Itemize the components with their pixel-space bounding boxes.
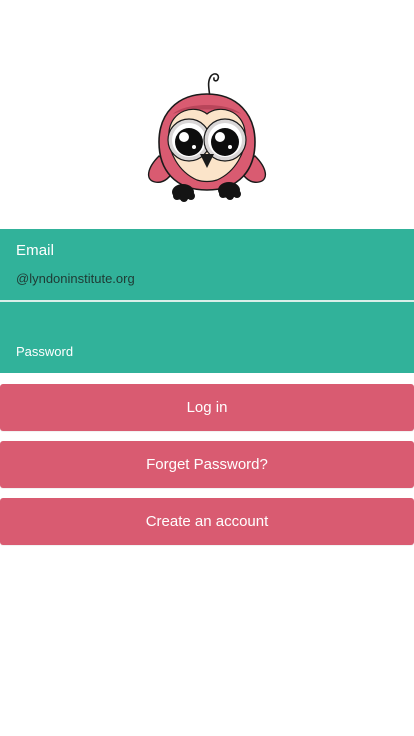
email-label: Email	[16, 242, 55, 259]
logo-container	[0, 68, 414, 208]
password-input[interactable]	[16, 344, 396, 359]
email-input[interactable]	[16, 271, 396, 286]
owl-mascot-icon	[148, 73, 266, 202]
password-field-container	[0, 302, 414, 373]
email-field-container: Email	[0, 229, 414, 300]
forgot-password-button[interactable]: Forget Password?	[0, 441, 414, 488]
login-button[interactable]: Log in	[0, 384, 414, 431]
create-account-button[interactable]: Create an account	[0, 498, 414, 545]
